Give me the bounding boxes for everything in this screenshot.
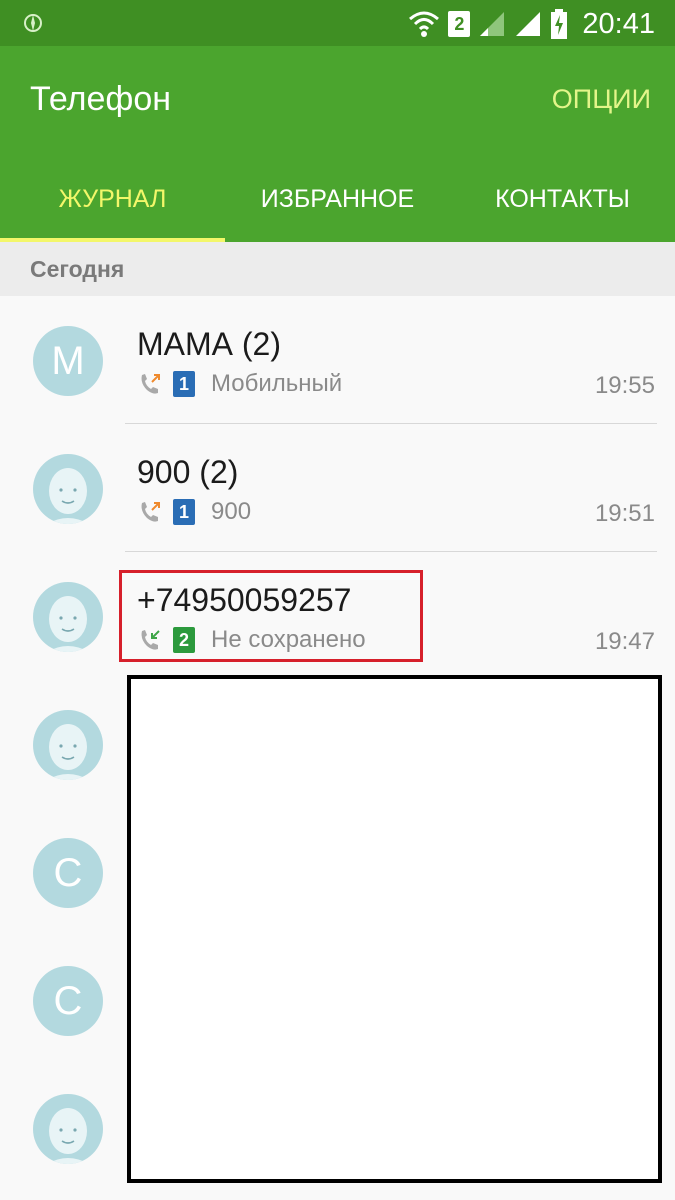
tab-label: КОНТАКТЫ bbox=[495, 184, 630, 213]
outgoing-call-icon bbox=[141, 374, 160, 394]
sim1-icon: 1 bbox=[173, 371, 195, 397]
avatar[interactable]: С bbox=[33, 966, 103, 1036]
default-avatar-icon bbox=[47, 596, 89, 652]
tab-contacts[interactable]: КОНТАКТЫ bbox=[450, 156, 675, 242]
default-avatar-icon bbox=[47, 1108, 89, 1164]
status-icons: 2 20:41 bbox=[408, 4, 655, 44]
avatar-placeholder-icon[interactable] bbox=[33, 454, 103, 524]
avatar-placeholder-icon[interactable] bbox=[33, 710, 103, 780]
sim1-icon: 1 bbox=[173, 499, 195, 525]
section-header: Сегодня bbox=[0, 242, 675, 296]
call-time: 19:55 bbox=[594, 372, 655, 399]
status-bar: 2 20:41 bbox=[0, 0, 675, 46]
signal-weak-icon bbox=[480, 12, 505, 36]
tab-bar: ЖУРНАЛ ИЗБРАННОЕ КОНТАКТЫ bbox=[0, 156, 675, 242]
outgoing-call-icon bbox=[141, 502, 160, 522]
call-meta: 1 Мобильный bbox=[137, 370, 342, 398]
location-icon bbox=[24, 14, 42, 32]
wifi-icon bbox=[409, 11, 440, 37]
call-time: 19:47 bbox=[594, 628, 655, 655]
clock: 20:41 bbox=[582, 7, 655, 40]
battery-charging-icon bbox=[551, 9, 568, 39]
sim2-status-icon: 2 bbox=[448, 11, 471, 37]
contact-name: МАМА (2) bbox=[137, 326, 281, 362]
signal-strong-icon bbox=[516, 12, 541, 36]
tab-label: ЖУРНАЛ bbox=[58, 184, 167, 213]
app-bar: Телефон ОПЦИИ ЖУРНАЛ ИЗБРАННОЕ КОНТАКТЫ bbox=[0, 46, 675, 242]
default-avatar-icon bbox=[47, 468, 89, 524]
call-meta: 1 900 bbox=[137, 498, 251, 526]
app-title: Телефон bbox=[30, 80, 172, 118]
contact-name: 900 (2) bbox=[137, 454, 239, 490]
highlight-box bbox=[119, 570, 423, 662]
number-label: 900 bbox=[211, 498, 252, 525]
section-label: Сегодня bbox=[30, 256, 125, 282]
avatar-placeholder-icon[interactable] bbox=[33, 1094, 103, 1164]
tab-favorites[interactable]: ИЗБРАННОЕ bbox=[225, 156, 450, 242]
number-label: Мобильный bbox=[211, 370, 343, 397]
tab-label: ИЗБРАННОЕ bbox=[260, 184, 415, 213]
avatar-placeholder-icon[interactable] bbox=[33, 582, 103, 652]
tab-journal[interactable]: ЖУРНАЛ bbox=[0, 156, 225, 242]
default-avatar-icon bbox=[47, 724, 89, 780]
avatar[interactable]: М bbox=[33, 326, 103, 396]
call-log-row[interactable]: 900 (2) 1 900 19:51 bbox=[0, 424, 675, 552]
call-log-row[interactable]: М МАМА (2) 1 Мобильный 19:55 bbox=[0, 296, 675, 424]
avatar[interactable]: С bbox=[33, 838, 103, 908]
redaction-box bbox=[127, 675, 662, 1183]
call-time: 19:51 bbox=[594, 500, 655, 527]
options-button[interactable]: ОПЦИИ bbox=[552, 84, 651, 115]
